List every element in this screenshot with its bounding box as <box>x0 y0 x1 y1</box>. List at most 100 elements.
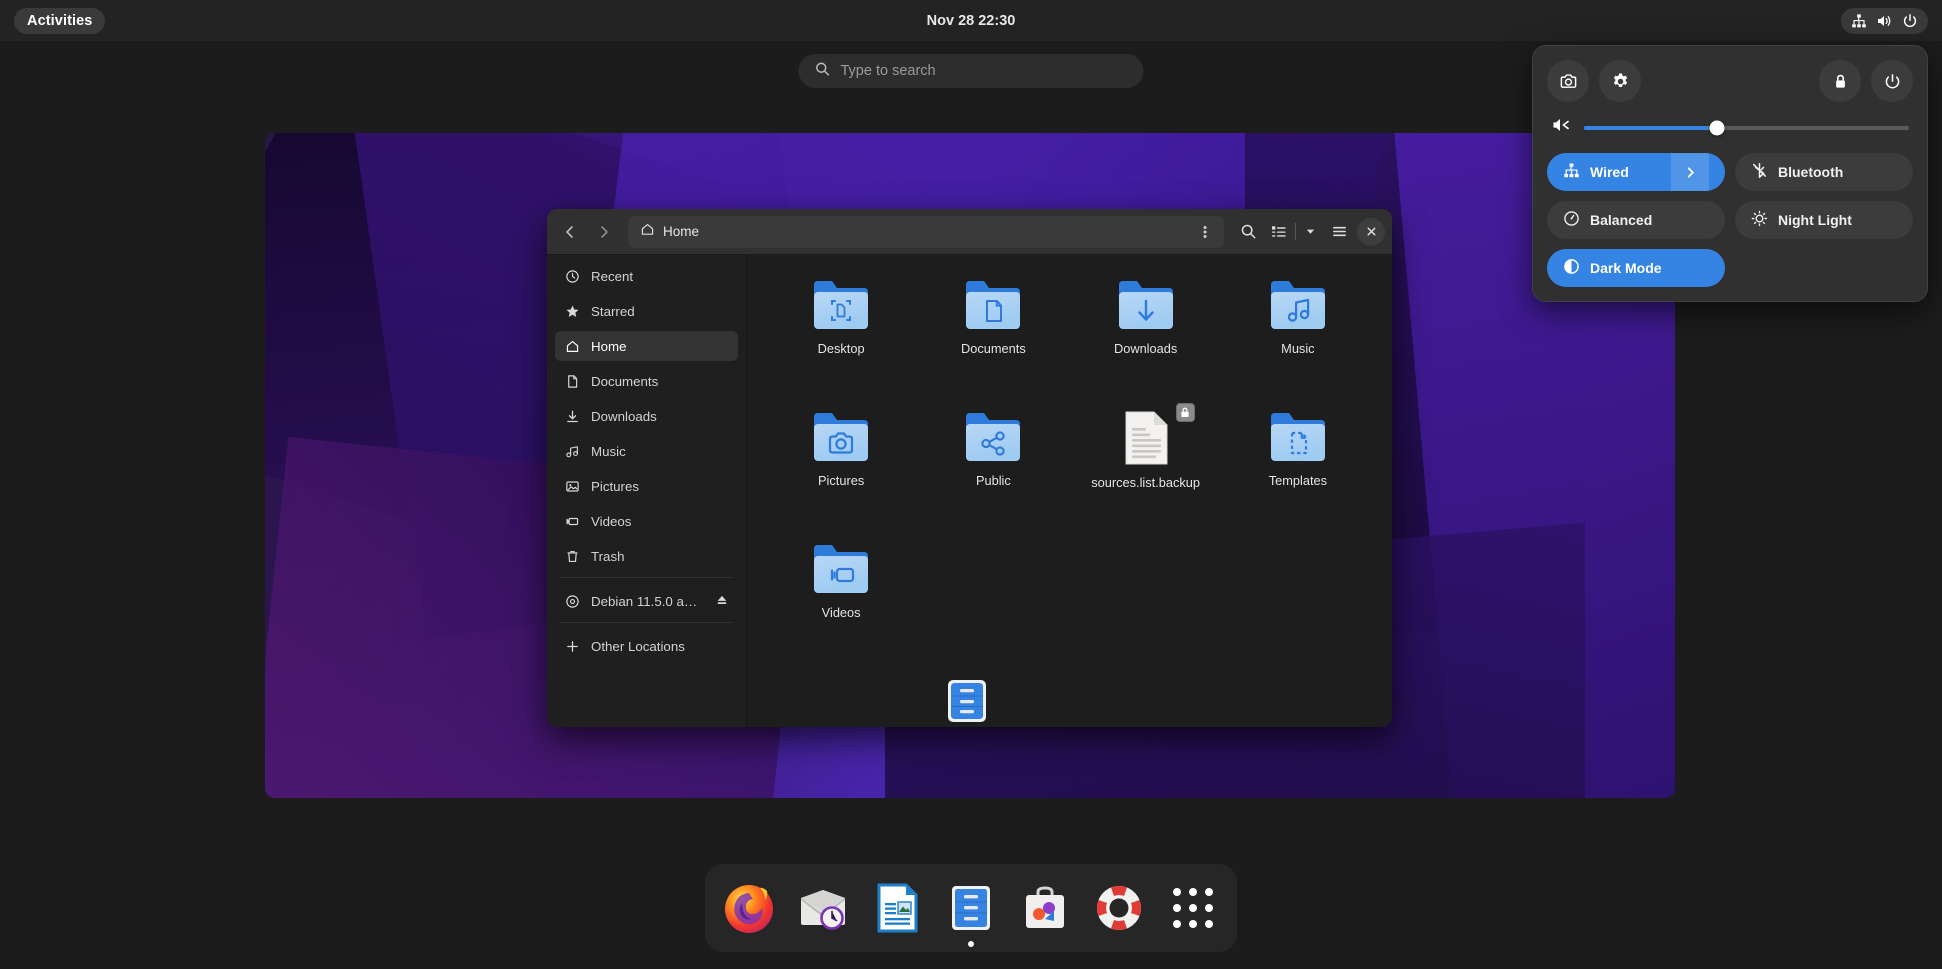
image-icon <box>564 478 580 494</box>
toggle-dark-mode[interactable]: Dark Mode <box>1547 249 1725 287</box>
sidebar-item-downloads[interactable]: Downloads <box>555 401 738 431</box>
sidebar-item-music[interactable]: Music <box>555 436 738 466</box>
chevron-right-icon[interactable] <box>1671 153 1709 191</box>
sidebar-label: Other Locations <box>591 639 685 654</box>
forward-button[interactable] <box>588 216 620 248</box>
sidebar-label: Trash <box>591 549 625 564</box>
sidebar-item-starred[interactable]: Starred <box>555 296 738 326</box>
file-item-templates[interactable]: Templates <box>1233 403 1363 535</box>
bluetooth-disabled-icon <box>1751 162 1768 182</box>
dock-item-firefox[interactable] <box>721 880 777 936</box>
path-bar-home[interactable]: Home <box>628 216 1224 248</box>
sidebar-item-documents[interactable]: Documents <box>555 366 738 396</box>
file-grid: Desktop Documents <box>747 255 1392 727</box>
hamburger-menu-icon[interactable] <box>1323 216 1355 248</box>
file-name: Videos <box>822 605 861 620</box>
folder-icon <box>810 541 872 597</box>
sidebar-item-recent[interactable]: Recent <box>555 261 738 291</box>
document-icon <box>564 373 580 389</box>
dock-item-show-applications[interactable] <box>1165 880 1221 936</box>
trash-icon <box>564 548 580 564</box>
dock-item-files[interactable] <box>943 880 999 936</box>
network-wired-icon <box>1851 13 1867 29</box>
power-profile-icon <box>1563 210 1580 230</box>
file-item-videos[interactable]: Videos <box>776 535 906 667</box>
toggle-night-light[interactable]: Night Light <box>1735 201 1913 239</box>
file-name: Pictures <box>818 473 864 488</box>
kebab-menu-icon[interactable] <box>1192 219 1218 245</box>
file-name: Documents <box>961 341 1026 356</box>
text-file-icon <box>1118 409 1174 467</box>
toggle-label: Balanced <box>1590 212 1652 228</box>
file-item-desktop[interactable]: Desktop <box>776 271 906 403</box>
sidebar-item-device-debian[interactable]: Debian 11.5.0 amd6… <box>555 586 738 616</box>
toggle-bluetooth[interactable]: Bluetooth <box>1735 153 1913 191</box>
star-icon <box>564 303 580 319</box>
power-button[interactable] <box>1871 60 1913 102</box>
sidebar-label: Documents <box>591 374 658 389</box>
home-icon <box>564 338 580 354</box>
dock-item-libreoffice-writer[interactable] <box>869 880 925 936</box>
quick-settings-action-row <box>1547 60 1913 102</box>
power-icon <box>1902 13 1918 29</box>
path-label: Home <box>663 224 699 239</box>
toggle-label: Wired <box>1590 164 1629 180</box>
folder-icon <box>962 277 1024 333</box>
files-headerbar: Home <box>547 209 1392 255</box>
dock-item-evolution[interactable] <box>795 880 851 936</box>
back-button[interactable] <box>554 216 586 248</box>
sidebar-item-videos[interactable]: Videos <box>555 506 738 536</box>
status-area-button[interactable] <box>1841 8 1928 34</box>
folder-icon <box>962 409 1024 465</box>
volume-slider[interactable] <box>1584 126 1909 130</box>
volume-low-icon <box>1551 116 1571 139</box>
file-item-pictures[interactable]: Pictures <box>776 403 906 535</box>
toolbar-divider <box>1295 223 1296 240</box>
music-icon <box>564 443 580 459</box>
overview-search-entry[interactable]: Type to search <box>799 54 1144 88</box>
file-item-downloads[interactable]: Downloads <box>1081 271 1211 403</box>
settings-button[interactable] <box>1599 60 1641 102</box>
lock-button[interactable] <box>1819 60 1861 102</box>
file-item-music[interactable]: Music <box>1233 271 1363 403</box>
close-icon[interactable] <box>1357 218 1385 246</box>
file-item-documents[interactable]: Documents <box>928 271 1058 403</box>
lock-emblem-icon <box>1176 403 1195 422</box>
eject-icon[interactable] <box>715 593 729 610</box>
volume-slider-row[interactable] <box>1547 116 1913 139</box>
sidebar-item-pictures[interactable]: Pictures <box>555 471 738 501</box>
toggle-label: Bluetooth <box>1778 164 1843 180</box>
sidebar-label: Videos <box>591 514 631 529</box>
quick-settings-toggles: Wired Bluetooth <box>1547 153 1913 287</box>
toggle-label: Dark Mode <box>1590 260 1662 276</box>
clock-button[interactable]: Nov 28 22:30 <box>927 13 1016 29</box>
sidebar-item-trash[interactable]: Trash <box>555 541 738 571</box>
toggle-label: Night Light <box>1778 212 1852 228</box>
sidebar-label: Debian 11.5.0 amd6… <box>591 594 704 609</box>
sidebar-label: Starred <box>591 304 635 319</box>
search-button[interactable] <box>1232 216 1264 248</box>
chevron-down-icon[interactable] <box>1299 216 1321 248</box>
view-toggle-group[interactable] <box>1266 216 1321 248</box>
files-window[interactable]: Home <box>547 209 1392 727</box>
file-item-sources-list-backup[interactable]: sources.list.backup <box>1081 403 1211 535</box>
list-view-icon[interactable] <box>1266 216 1292 248</box>
sidebar-item-other-locations[interactable]: Other Locations <box>555 631 738 661</box>
dock-item-software[interactable] <box>1017 880 1073 936</box>
volume-slider-handle[interactable] <box>1710 120 1725 135</box>
screenshot-button[interactable] <box>1547 60 1589 102</box>
dock-item-help[interactable] <box>1091 880 1147 936</box>
sidebar-item-home[interactable]: Home <box>555 331 738 361</box>
file-item-public[interactable]: Public <box>928 403 1058 535</box>
toggle-wired[interactable]: Wired <box>1547 153 1725 191</box>
file-name: Music <box>1281 341 1314 356</box>
sidebar-label: Pictures <box>591 479 639 494</box>
file-name: sources.list.backup <box>1091 475 1200 490</box>
toggle-power-profile[interactable]: Balanced <box>1547 201 1725 239</box>
sidebar-divider <box>559 622 734 623</box>
home-icon <box>640 222 655 242</box>
file-name: Public <box>976 473 1011 488</box>
search-icon <box>815 61 831 82</box>
activities-button[interactable]: Activities <box>14 8 105 34</box>
desktop-screen: Home <box>0 0 1942 969</box>
